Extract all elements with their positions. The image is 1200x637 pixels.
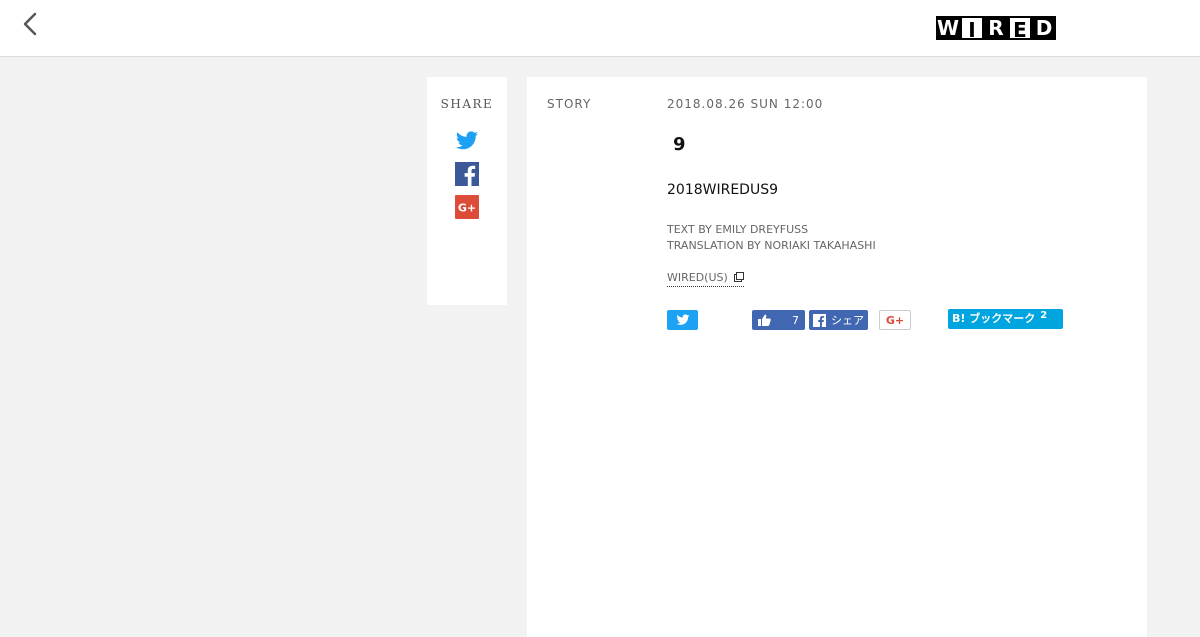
- back-button[interactable]: [18, 10, 44, 38]
- like-count: 7: [792, 313, 799, 327]
- logo-letter: I: [960, 16, 984, 42]
- gplus-label: G+: [885, 313, 905, 327]
- author-credit: TEXT BY EMILY DREYFUSS: [667, 223, 809, 236]
- logo-letter: R: [984, 16, 1008, 40]
- twitter-icon: [456, 131, 478, 150]
- logo-letter: E: [1008, 16, 1032, 42]
- article-content: STORY 2018.08.26 SUN 12:00 9 2018WIREDUS…: [527, 77, 1147, 637]
- google-plus-share-button[interactable]: G+: [455, 195, 479, 219]
- source-link-label: WIRED(US): [667, 271, 728, 284]
- top-header: W I R E D: [0, 0, 1200, 57]
- facebook-share-button[interactable]: [455, 162, 479, 186]
- chevron-left-icon: [23, 12, 37, 36]
- thumbs-up-icon: [758, 314, 771, 326]
- hatena-count: 2: [1040, 310, 1048, 321]
- facebook-icon: [455, 162, 479, 186]
- google-plus-button[interactable]: G+: [879, 310, 911, 330]
- translator-credit: TRANSLATION BY NORIAKI TAKAHASHI: [667, 239, 876, 252]
- share-sidebar: SHARE G+: [427, 77, 507, 305]
- twitter-share-button[interactable]: [455, 129, 479, 153]
- facebook-like-button[interactable]: 7: [752, 310, 805, 330]
- wired-logo[interactable]: W I R E D: [936, 16, 1056, 42]
- publish-date: 2018.08.26 SUN 12:00: [667, 97, 824, 111]
- source-link[interactable]: WIRED(US): [667, 271, 745, 287]
- share-label: シェア: [831, 314, 864, 327]
- logo-letter: D: [1032, 16, 1056, 40]
- category-label: STORY: [547, 97, 592, 111]
- google-plus-icon: G+: [455, 195, 479, 219]
- tweet-button[interactable]: [667, 310, 698, 330]
- share-title: SHARE: [440, 97, 494, 111]
- twitter-icon: [676, 314, 689, 325]
- external-link-icon: [734, 272, 745, 282]
- article-headline: 9: [673, 134, 686, 155]
- svg-text:G+: G+: [458, 202, 476, 215]
- article-subtitle: 2018WIREDUS9: [667, 182, 778, 198]
- logo-letter: W: [936, 16, 960, 40]
- hatena-label: B! ブックマーク: [952, 312, 1036, 325]
- facebook-icon: [813, 313, 826, 327]
- hatena-bookmark-button[interactable]: B! ブックマーク 2: [948, 309, 1063, 329]
- facebook-share-button[interactable]: シェア: [809, 310, 868, 330]
